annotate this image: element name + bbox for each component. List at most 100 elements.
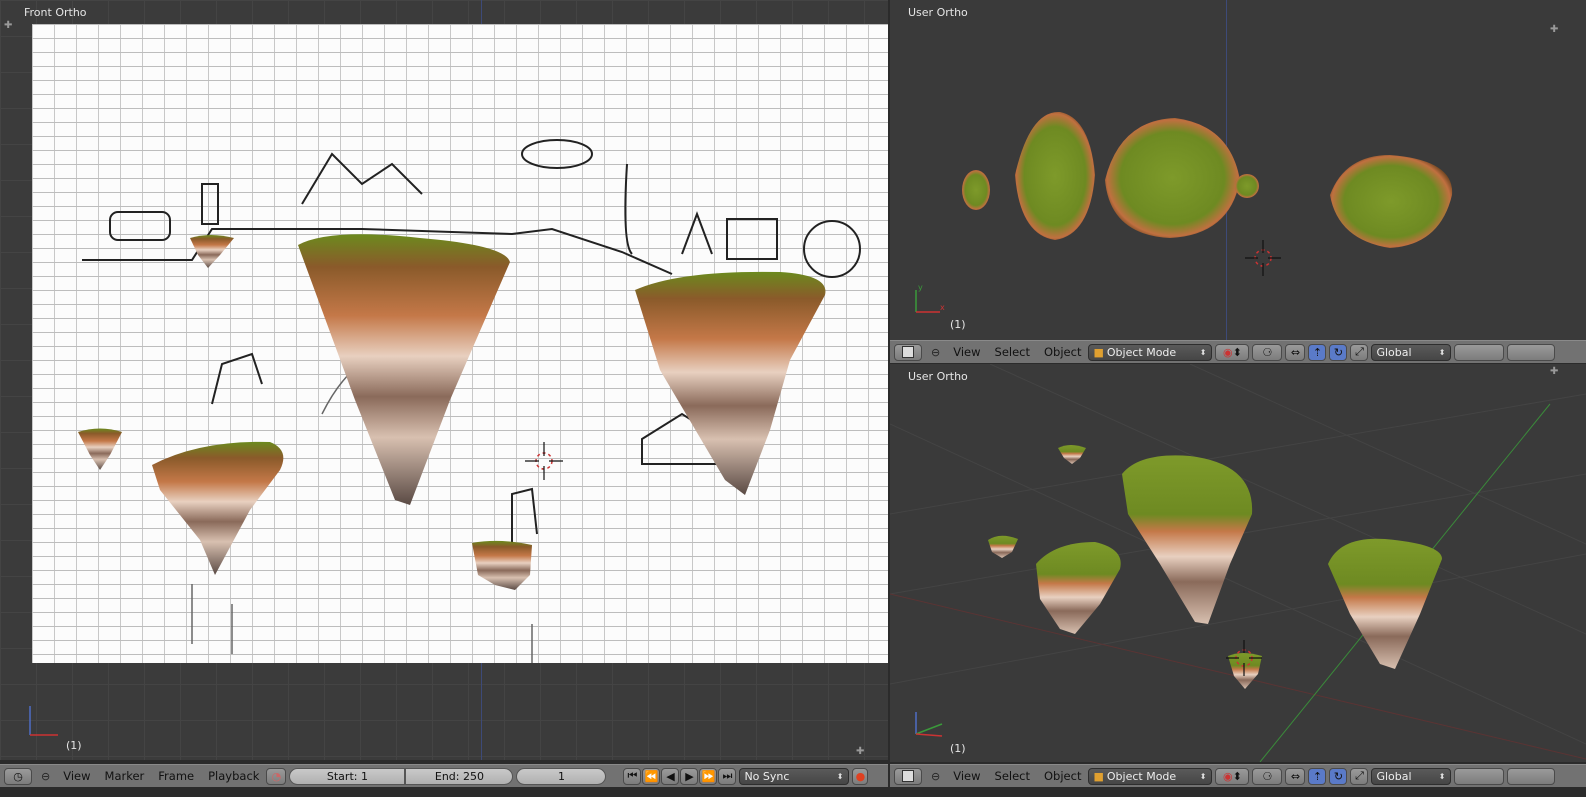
- jump-keyframe-back-button[interactable]: ⏪: [642, 767, 661, 785]
- layer-buttons-2[interactable]: [1507, 343, 1556, 361]
- viewport-shading-button[interactable]: ◉ ⬍: [1215, 343, 1250, 361]
- manipulator-icon: ⇔: [1290, 769, 1301, 783]
- orientation-dropdown-label: Global: [1376, 769, 1412, 783]
- pivot-point-button[interactable]: ⚆: [1252, 767, 1283, 785]
- view-menu[interactable]: View: [953, 769, 980, 783]
- view-menu[interactable]: View: [953, 345, 980, 359]
- translate-icon: ⇡: [1312, 769, 1323, 783]
- jump-start-button[interactable]: ⏮: [623, 767, 642, 785]
- perspective-grid-and-islands: [890, 364, 1586, 762]
- play-button[interactable]: ▶: [680, 767, 699, 785]
- mode-dropdown-label: Object Mode: [1106, 769, 1177, 783]
- start-frame-field[interactable]: Start: 1: [289, 767, 406, 785]
- axis-gizmo-icon: [29, 706, 58, 736]
- jump-end-button[interactable]: ⏭: [718, 767, 737, 785]
- mode-dropdown[interactable]: ■ Object Mode ⬍: [1088, 343, 1213, 361]
- object-menu[interactable]: Object: [1044, 345, 1081, 359]
- select-menu[interactable]: Select: [995, 345, 1030, 359]
- collapse-icon[interactable]: ⊖: [931, 346, 940, 359]
- current-frame-label: (1): [950, 742, 966, 755]
- island-tops: [962, 111, 1453, 248]
- play-reverse-button[interactable]: ◀: [661, 767, 680, 785]
- pivot-icon: ⚆: [1262, 769, 1273, 783]
- fast-forward-icon: ⏩: [701, 769, 716, 783]
- timeline-view-menu[interactable]: View: [63, 769, 90, 783]
- svg-text:x: x: [940, 303, 945, 312]
- editor-type-button[interactable]: ◷: [4, 767, 32, 785]
- mode-dropdown-label: Object Mode: [1106, 345, 1177, 359]
- sync-dropdown[interactable]: No Sync ⬍: [739, 767, 850, 785]
- dropdown-arrow-icon: ⬍: [1438, 771, 1446, 781]
- end-frame-field[interactable]: End: 250: [405, 767, 514, 785]
- preview-range-toggle[interactable]: ◔: [266, 767, 287, 785]
- jump-start-icon: ⏮: [627, 769, 638, 782]
- translate-button[interactable]: ⇡: [1308, 343, 1327, 361]
- record-icon: ●: [855, 769, 866, 783]
- user-ortho-bottom-viewport[interactable]: User Ortho ✚ (1): [890, 364, 1586, 762]
- island-small-2: [988, 535, 1018, 558]
- axis-gizmo-icon: y x: [915, 283, 945, 313]
- object-mode-icon: ■: [1093, 769, 1104, 783]
- record-button[interactable]: ●: [852, 767, 869, 785]
- viewport-header-bottom: ⊖ View Select Object ■ Object Mode ⬍ ◉ ⬍ ⚆ …: [890, 764, 1586, 787]
- editor-type-button[interactable]: [894, 767, 922, 785]
- playback-menu[interactable]: Playback: [208, 769, 259, 783]
- translate-button[interactable]: ⇡: [1308, 767, 1327, 785]
- select-menu[interactable]: Select: [995, 769, 1030, 783]
- island-large-right: [1328, 538, 1442, 669]
- frame-menu[interactable]: Frame: [158, 769, 194, 783]
- scale-button[interactable]: ⤢: [1350, 767, 1369, 785]
- dropdown-arrow-icon: ⬍: [1199, 771, 1207, 781]
- island-large-right: [635, 271, 826, 495]
- play-reverse-icon: ◀: [666, 769, 675, 783]
- sync-dropdown-label: No Sync: [744, 769, 790, 783]
- island-large-center: [298, 234, 510, 505]
- rotate-button[interactable]: ↻: [1329, 343, 1348, 361]
- orientation-dropdown[interactable]: Global ⬍: [1371, 343, 1452, 361]
- viewport-header-top: ⊖ View Select Object ■ Object Mode ⬍ ◉ ⬍ ⚆ …: [890, 340, 1586, 363]
- collapse-icon[interactable]: ⊖: [41, 770, 50, 783]
- object-mode-icon: ■: [1093, 345, 1104, 359]
- scale-button[interactable]: ⤢: [1350, 343, 1369, 361]
- front-ortho-viewport[interactable]: Front Ortho ✚ (1) ✚: [0, 0, 888, 760]
- manipulator-toggle[interactable]: ⇔: [1285, 343, 1306, 361]
- rotate-icon: ↻: [1333, 345, 1344, 359]
- rotate-button[interactable]: ↻: [1329, 767, 1348, 785]
- dropdown-arrow-icon: ⬍: [1199, 347, 1207, 357]
- pivot-icon: ⚆: [1262, 345, 1273, 359]
- marker-menu[interactable]: Marker: [105, 769, 145, 783]
- 3d-cursor-icon[interactable]: [1226, 640, 1262, 676]
- pivot-point-button[interactable]: ⚆: [1252, 343, 1283, 361]
- island-small-bottom: [472, 540, 532, 590]
- 3d-cursor-icon[interactable]: [525, 442, 563, 480]
- timeline-header: ◷ ⊖ View Marker Frame Playback ◔ Start: …: [0, 764, 888, 787]
- manipulator-toggle[interactable]: ⇔: [1285, 767, 1306, 785]
- layer-buttons-1[interactable]: [1454, 767, 1505, 785]
- current-frame-label: (1): [950, 318, 966, 331]
- 3d-cursor-icon[interactable]: [1245, 240, 1281, 276]
- viewport-corner-bottom-right[interactable]: ✚: [856, 746, 864, 757]
- clock-icon: ◷: [13, 769, 23, 783]
- island-medium-left: [1036, 542, 1121, 634]
- start-frame-label: Start: 1: [326, 769, 368, 783]
- current-frame-field[interactable]: 1: [516, 767, 607, 785]
- jump-keyframe-forward-button[interactable]: ⏩: [699, 767, 718, 785]
- viewport-shading-button[interactable]: ◉ ⬍: [1215, 767, 1250, 785]
- layer-buttons-2[interactable]: [1507, 767, 1556, 785]
- cube-icon: [902, 346, 914, 358]
- scale-icon: ⤢: [1355, 345, 1364, 358]
- mode-dropdown[interactable]: ■ Object Mode ⬍: [1088, 767, 1213, 785]
- island-objects: [78, 234, 826, 590]
- collapse-icon[interactable]: ⊖: [931, 770, 940, 783]
- island-medium-left: [152, 441, 284, 575]
- orientation-dropdown[interactable]: Global ⬍: [1371, 767, 1452, 785]
- editor-type-button[interactable]: [894, 343, 922, 361]
- rewind-icon: ⏪: [644, 769, 659, 783]
- svg-text:y: y: [918, 283, 923, 292]
- dropdown-arrow-icon: ⬍: [1438, 347, 1446, 357]
- layer-buttons-1[interactable]: [1454, 343, 1505, 361]
- orientation-dropdown-label: Global: [1376, 345, 1412, 359]
- object-menu[interactable]: Object: [1044, 769, 1081, 783]
- user-ortho-top-viewport[interactable]: User Ortho ✚ y x (1): [890, 0, 1586, 340]
- rotate-icon: ↻: [1333, 769, 1344, 783]
